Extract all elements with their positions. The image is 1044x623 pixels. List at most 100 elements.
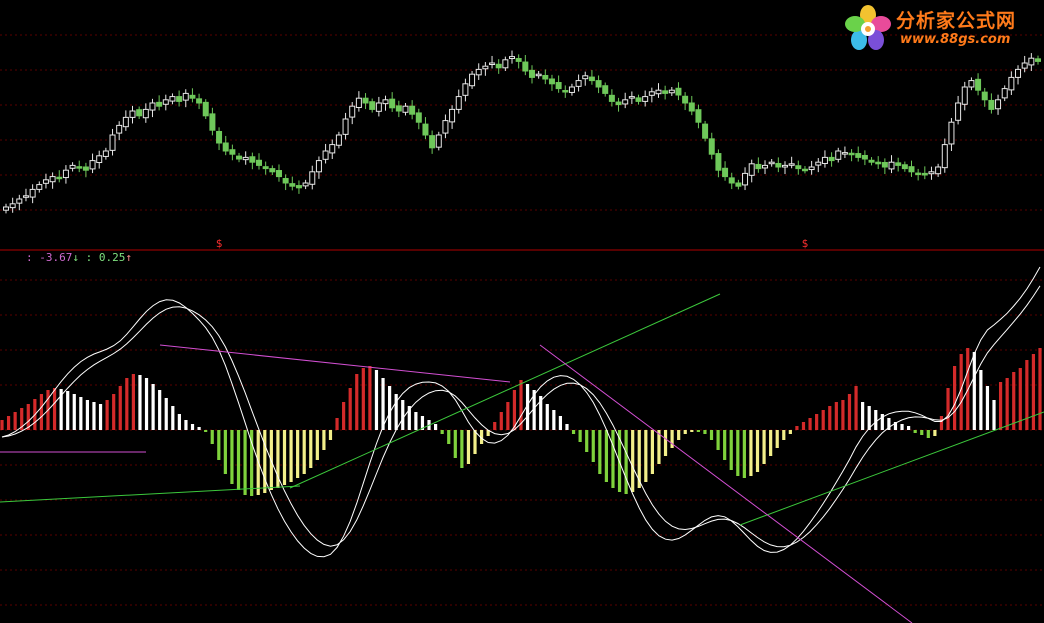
candle bbox=[169, 96, 176, 102]
candle bbox=[602, 85, 609, 94]
candle bbox=[961, 86, 968, 105]
histogram-bar bbox=[552, 410, 556, 430]
histogram-bar bbox=[946, 388, 950, 430]
candle bbox=[975, 78, 982, 91]
histogram-bar bbox=[315, 430, 319, 460]
candle bbox=[668, 89, 675, 94]
histogram-bar bbox=[401, 400, 405, 430]
candle bbox=[56, 176, 63, 180]
histogram-bar bbox=[998, 382, 1003, 430]
candle bbox=[875, 161, 882, 165]
histogram-bar bbox=[1038, 348, 1042, 430]
candle bbox=[1008, 76, 1015, 91]
histogram-bar bbox=[125, 378, 129, 430]
candle bbox=[928, 171, 935, 175]
gridlines bbox=[0, 34, 1044, 606]
chart-window: $ $ 分析家公式网 www.88gs.com : -3.67↓ : 0.25↑ bbox=[0, 0, 1044, 623]
candle bbox=[42, 179, 49, 184]
candle bbox=[329, 144, 336, 154]
histogram-bar bbox=[696, 430, 700, 432]
histogram-bar bbox=[447, 430, 451, 444]
candle bbox=[835, 150, 842, 160]
support-trendline bbox=[739, 411, 1044, 526]
histogram-bar bbox=[223, 430, 227, 474]
histogram-bar bbox=[204, 430, 208, 432]
histogram-bar bbox=[585, 430, 589, 452]
candle bbox=[449, 108, 456, 123]
candle bbox=[269, 168, 276, 173]
logo-url: www.88gs.com bbox=[900, 32, 1011, 47]
histogram-bar bbox=[939, 416, 944, 430]
candle bbox=[176, 96, 183, 102]
histogram-bar bbox=[611, 430, 615, 488]
histogram-bar bbox=[506, 402, 510, 430]
histogram-bar bbox=[230, 430, 234, 484]
candle bbox=[435, 134, 442, 148]
candle bbox=[861, 154, 868, 160]
candle bbox=[748, 163, 755, 176]
candle bbox=[528, 69, 535, 78]
histogram-bar bbox=[1031, 354, 1036, 430]
histogram-bar bbox=[85, 400, 90, 430]
candle bbox=[548, 78, 555, 85]
candle bbox=[395, 105, 402, 112]
readout-v1-value: -3.67 bbox=[39, 251, 73, 264]
candle bbox=[595, 80, 602, 88]
readout-v2-value: 0.25 bbox=[98, 251, 126, 264]
histogram-bar bbox=[263, 430, 267, 493]
candle bbox=[948, 121, 955, 145]
candle bbox=[921, 172, 928, 176]
candle bbox=[109, 134, 116, 151]
candle bbox=[289, 183, 296, 187]
candle bbox=[216, 130, 223, 144]
candle bbox=[409, 105, 416, 115]
candle bbox=[615, 101, 622, 106]
histogram-bar bbox=[1012, 372, 1016, 430]
candle bbox=[315, 160, 322, 173]
histogram-bar bbox=[433, 424, 438, 430]
candle bbox=[801, 168, 808, 172]
histogram-bar bbox=[624, 430, 628, 494]
candle bbox=[62, 169, 69, 179]
candle bbox=[362, 97, 369, 104]
histogram-bar bbox=[322, 430, 326, 450]
candle bbox=[775, 162, 782, 168]
candle bbox=[495, 63, 502, 69]
candle bbox=[988, 99, 995, 110]
candle bbox=[715, 153, 722, 171]
histogram-bar bbox=[604, 430, 609, 482]
histogram-bar bbox=[815, 414, 819, 430]
candle bbox=[908, 166, 915, 173]
candle bbox=[335, 134, 342, 146]
histogram-bar bbox=[847, 394, 852, 430]
candle bbox=[82, 166, 89, 171]
histogram-bar bbox=[144, 378, 149, 430]
candle bbox=[955, 102, 962, 121]
candle bbox=[242, 156, 249, 161]
histogram-bar bbox=[52, 388, 57, 430]
chart-canvas: $ $ bbox=[0, 34, 1044, 623]
histogram-bar bbox=[374, 370, 379, 430]
histogram-bar bbox=[913, 430, 917, 433]
histogram-bar bbox=[690, 430, 694, 432]
candle bbox=[9, 203, 16, 209]
candle bbox=[76, 166, 83, 169]
histogram-bar bbox=[808, 418, 812, 430]
histogram-bar bbox=[98, 404, 103, 430]
candle bbox=[662, 90, 669, 94]
logo-text-cn: 分析家公式网 bbox=[896, 10, 1017, 32]
histogram-bar bbox=[388, 386, 392, 430]
candle bbox=[29, 188, 36, 198]
candle bbox=[382, 99, 389, 105]
flower-logo-icon bbox=[845, 5, 891, 50]
candle bbox=[981, 91, 988, 101]
histogram-bar bbox=[920, 430, 924, 435]
candle bbox=[89, 160, 96, 170]
candle bbox=[755, 163, 762, 170]
site-logo[interactable]: 分析家公式网 www.88gs.com bbox=[840, 2, 1036, 54]
histogram-bar bbox=[296, 430, 300, 478]
candle bbox=[968, 80, 975, 88]
histogram-bar bbox=[598, 430, 602, 474]
candle bbox=[588, 76, 595, 82]
price-candles bbox=[3, 50, 1041, 214]
